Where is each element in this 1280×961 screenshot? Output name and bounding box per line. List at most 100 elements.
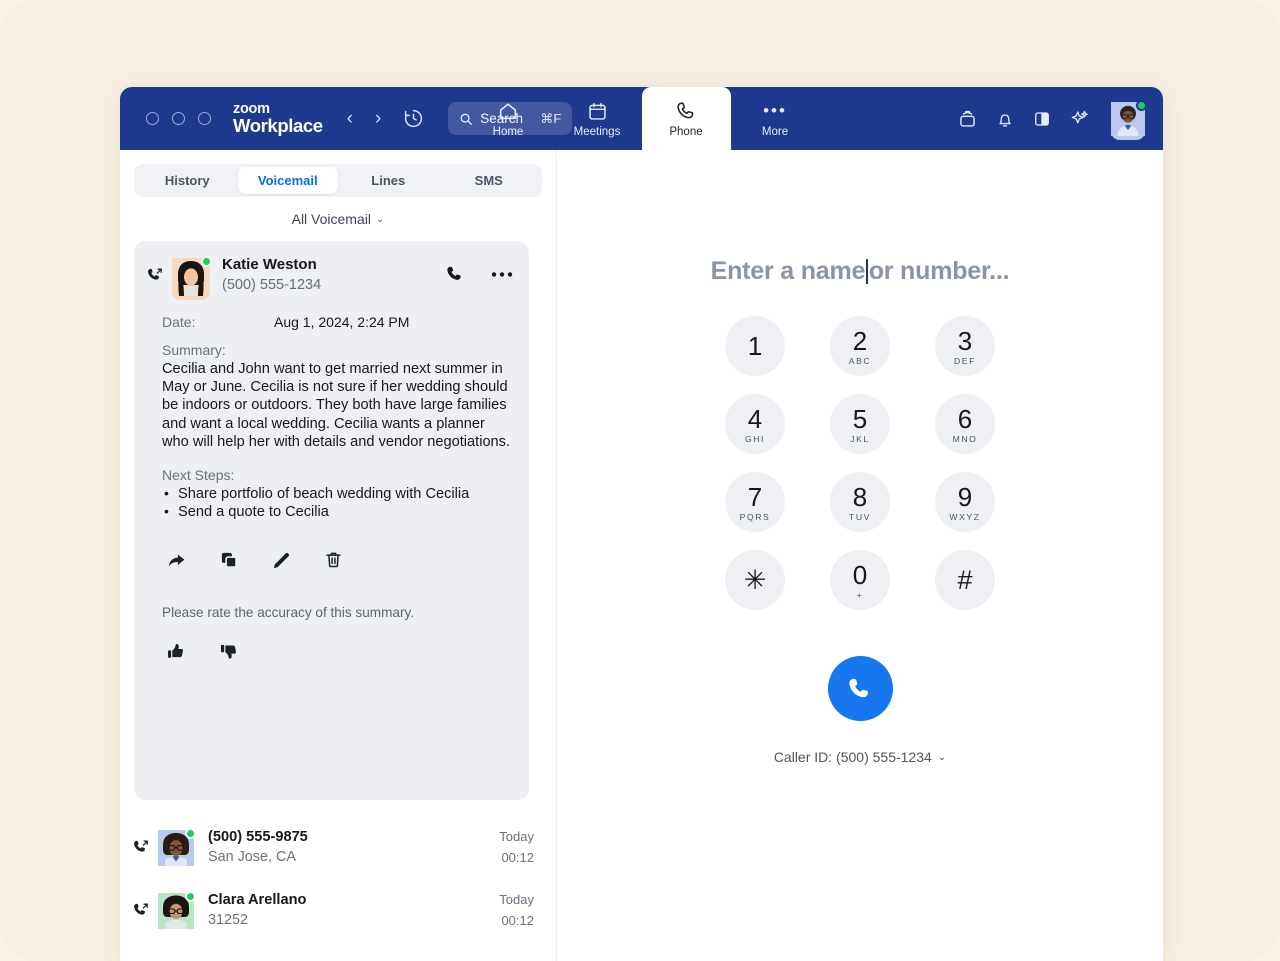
tab-more[interactable]: ••• More (731, 87, 820, 150)
dialpad-key-digit: 7 (748, 483, 762, 511)
dialpad-key-2[interactable]: 2ABC (830, 316, 890, 376)
list-item-avatar (158, 893, 194, 929)
dialpad-key-letters: JKL (850, 434, 870, 444)
dialpad-key-1[interactable]: 1 (725, 316, 785, 376)
tab-lines[interactable]: Lines (338, 167, 439, 194)
dialpad-key-letters: MNO (953, 434, 978, 444)
dialpad-key-digit: 2 (853, 327, 867, 355)
dialpad-key-7[interactable]: 7PQRS (725, 472, 785, 532)
thumbs-up-icon[interactable] (166, 642, 185, 661)
voicemail-detail-card[interactable]: Katie Weston (500) 555-1234 (134, 241, 529, 800)
voicemail-date-value: Aug 1, 2024, 2:24 PM (274, 314, 409, 330)
dialpad-key-3[interactable]: 3DEF (935, 316, 995, 376)
voicemail-date-row: Date: Aug 1, 2024, 2:24 PM (162, 314, 511, 330)
dialer-panel: Enter a nameor number... 1 2ABC 3DEF 4GHI 5J… (557, 150, 1163, 961)
tab-meetings-label: Meetings (574, 126, 621, 138)
panel-icon[interactable] (1032, 109, 1052, 129)
tab-home[interactable]: Home (464, 87, 553, 150)
cast-icon[interactable] (957, 108, 978, 129)
segmented-tabs: History Voicemail Lines SMS (134, 164, 542, 197)
voicemail-contact-number: (500) 555-1234 (222, 275, 445, 296)
list-item-title: (500) 555-9875 (208, 827, 499, 847)
tab-lines-label: Lines (371, 173, 405, 188)
list-item-title: Clara Arellano (208, 890, 499, 910)
zoom-workplace-logo: zoom Workplace (233, 102, 323, 136)
title-bar: zoom Workplace ‹ › Search ⌘F (120, 87, 1163, 150)
dialpad-key-digit: 8 (853, 483, 867, 511)
close-button[interactable] (146, 112, 159, 125)
rate-summary-buttons (162, 642, 511, 661)
tab-history[interactable]: History (137, 167, 238, 194)
history-clock-icon[interactable] (403, 108, 424, 129)
dialpad-key-4[interactable]: 4GHI (725, 394, 785, 454)
dialpad-key-letters: PQRS (740, 512, 771, 522)
calendar-icon (587, 100, 608, 123)
outgoing-call-icon (132, 901, 154, 920)
nav-arrows: ‹ › (347, 109, 382, 128)
dialpad-key-letters: ABC (849, 356, 871, 366)
copy-icon[interactable] (219, 550, 239, 571)
presence-indicator (185, 891, 196, 902)
dialpad-key-6[interactable]: 6MNO (935, 394, 995, 454)
app-body: History Voicemail Lines SMS (120, 150, 1163, 961)
home-icon (497, 100, 519, 123)
ellipsis-icon: ••• (763, 100, 787, 123)
call-button[interactable] (828, 656, 893, 721)
dialpad-key-letters: + (857, 590, 864, 600)
dialer-input-text-before: Enter a name (711, 257, 866, 285)
thumbs-down-icon[interactable] (219, 642, 238, 661)
caller-id-dropdown[interactable]: Caller ID: (500) 555-1234 ⌄ (557, 749, 1163, 765)
voicemail-list-item[interactable]: Clara Arellano 31252 Today 00:12 (120, 879, 556, 942)
dialpad-key-digit: 5 (853, 405, 867, 433)
chevron-down-icon: ⌄ (376, 214, 384, 225)
voicemail-detail-body: Date: Aug 1, 2024, 2:24 PM Summary: Ceci… (134, 314, 529, 661)
dialpad-key-hash[interactable]: # (935, 550, 995, 610)
dialpad-key-star[interactable]: ✳ (725, 550, 785, 610)
dialpad-key-5[interactable]: 5JKL (830, 394, 890, 454)
back-icon[interactable]: ‹ (347, 109, 353, 128)
edit-icon[interactable] (271, 550, 292, 571)
dialpad-key-0[interactable]: 0+ (830, 550, 890, 610)
voicemail-filter-dropdown[interactable]: All Voicemail ⌄ (120, 197, 556, 241)
voicemail-summary-label: Summary: (162, 342, 511, 358)
caller-id-label: Caller ID: (500) 555-1234 (774, 749, 932, 765)
minimize-button[interactable] (172, 112, 185, 125)
sparkle-ai-icon[interactable] (1069, 108, 1090, 129)
tab-phone-label: Phone (669, 126, 702, 138)
list-item-meta: Today 00:12 (499, 890, 534, 931)
tab-phone[interactable]: Phone (642, 87, 731, 150)
tab-sms[interactable]: SMS (439, 167, 540, 194)
maximize-button[interactable] (198, 112, 211, 125)
forward-icon[interactable]: › (375, 109, 381, 128)
bell-icon[interactable] (995, 109, 1015, 129)
dialpad-key-digit: # (957, 566, 972, 594)
voicemail-next-steps-list: Share portfolio of beach wedding with Ce… (162, 485, 511, 522)
dialpad-key-9[interactable]: 9WXYZ (935, 472, 995, 532)
voicemail-summary-text: Cecilia and John want to get married nex… (162, 360, 511, 451)
tab-meetings[interactable]: Meetings (553, 87, 642, 150)
rate-summary-text: Please rate the accuracy of this summary… (162, 605, 511, 620)
next-step-item: Share portfolio of beach wedding with Ce… (162, 485, 511, 503)
dialpad-key-8[interactable]: 8TUV (830, 472, 890, 532)
main-tabs: Home Meetings Phon (464, 87, 820, 150)
list-item-avatar-image (158, 853, 194, 870)
tab-voicemail-label: Voicemail (258, 173, 318, 188)
voicemail-detail-header: Katie Weston (500) 555-1234 (134, 255, 529, 296)
voicemail-avatar-image (172, 283, 210, 300)
tab-voicemail[interactable]: Voicemail (238, 167, 339, 194)
forward-icon[interactable] (166, 550, 187, 571)
delete-icon[interactable] (324, 550, 343, 571)
dialer-input-text-after: or number... (869, 257, 1010, 285)
presence-indicator (1136, 100, 1147, 111)
window-traffic-lights[interactable] (146, 112, 211, 125)
dialpad-key-digit: 9 (958, 483, 972, 511)
titlebar-right-icons (957, 87, 1145, 150)
more-icon[interactable] (491, 271, 513, 278)
dialer-input[interactable]: Enter a nameor number... (557, 257, 1163, 286)
avatar[interactable] (1111, 102, 1145, 136)
list-item-when: Today (499, 827, 534, 847)
call-icon[interactable] (445, 264, 465, 284)
segmented-tabs-wrap: History Voicemail Lines SMS (120, 150, 556, 197)
dialpad-key-letters: GHI (745, 434, 765, 444)
voicemail-list-item[interactable]: (500) 555-9875 San Jose, CA Today 00:12 (120, 816, 556, 879)
